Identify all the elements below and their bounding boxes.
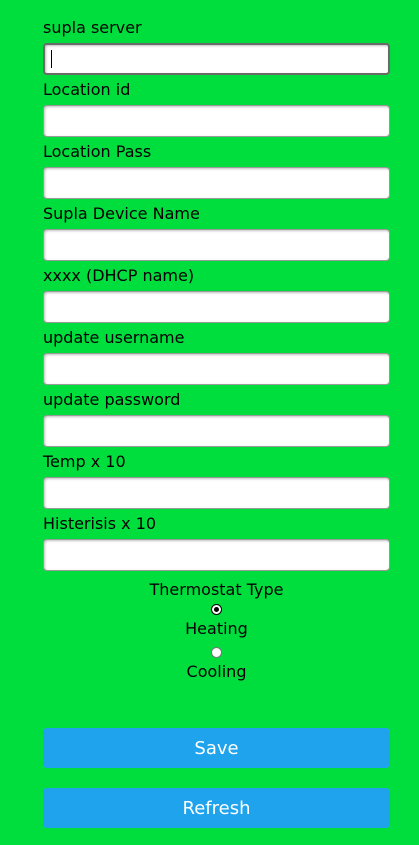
device-name-label: Supla Device Name: [43, 204, 200, 223]
field-device-name: Supla Device Name: [43, 204, 390, 266]
temp-label: Temp x 10: [43, 452, 126, 471]
field-histerisis: Histerisis x 10: [43, 514, 390, 576]
field-temp: Temp x 10: [43, 452, 390, 514]
location-id-label: Location id: [43, 80, 131, 99]
field-update-username: update username: [43, 328, 390, 390]
field-supla-server: supla server: [43, 18, 390, 80]
text-caret: [51, 50, 52, 68]
update-username-label: update username: [43, 328, 185, 347]
location-pass-input[interactable]: [43, 167, 390, 199]
field-location-pass: Location Pass: [43, 142, 390, 204]
cooling-label: Cooling: [186, 662, 247, 681]
temp-input[interactable]: [43, 477, 390, 509]
radio-option-heating: Heating: [43, 600, 390, 643]
device-name-input[interactable]: [43, 229, 390, 261]
update-password-input[interactable]: [43, 415, 390, 447]
update-username-input[interactable]: [43, 353, 390, 385]
settings-form: supla server Location id Location Pass S…: [43, 18, 390, 576]
dhcp-name-input[interactable]: [43, 291, 390, 323]
update-password-label: update password: [43, 390, 181, 409]
refresh-button[interactable]: Refresh: [43, 788, 390, 828]
dhcp-name-label: xxxx (DHCP name): [43, 266, 195, 285]
thermostat-type-title: Thermostat Type: [149, 580, 284, 599]
heating-label: Heating: [185, 619, 248, 638]
supla-server-label: supla server: [43, 18, 142, 37]
histerisis-input[interactable]: [43, 539, 390, 571]
cooling-radio[interactable]: [211, 647, 222, 658]
location-id-input[interactable]: [43, 105, 390, 137]
field-update-password: update password: [43, 390, 390, 452]
supla-server-input[interactable]: [43, 43, 390, 75]
radio-option-cooling: Cooling: [43, 643, 390, 686]
field-dhcp-name: xxxx (DHCP name): [43, 266, 390, 328]
location-pass-label: Location Pass: [43, 142, 152, 161]
thermostat-type-group: Thermostat Type Heating Cooling: [43, 580, 390, 686]
histerisis-label: Histerisis x 10: [43, 514, 157, 533]
heating-radio[interactable]: [211, 604, 222, 615]
field-location-id: Location id: [43, 80, 390, 142]
save-button[interactable]: Save: [43, 728, 390, 768]
